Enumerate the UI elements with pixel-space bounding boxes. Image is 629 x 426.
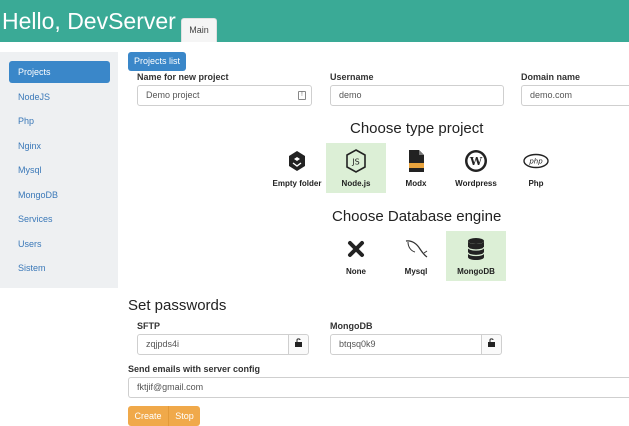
sidebar-item-projects[interactable]: Projects (9, 61, 110, 83)
php-icon: php (506, 149, 566, 173)
db-choice-mongodb[interactable]: MongoDB (446, 231, 506, 281)
mysql-dolphin-icon (386, 237, 446, 261)
database-title: Choose Database engine (332, 208, 502, 225)
database-icon (446, 237, 506, 261)
choice-label: Mysql (404, 267, 428, 276)
mongodb-password-input[interactable]: btqsq0k9 (330, 334, 482, 355)
modx-icon (386, 149, 446, 173)
db-choice-mysql[interactable]: Mysql (386, 231, 446, 281)
sidebar-item-services[interactable]: Services (9, 208, 110, 230)
sidebar-item-sistem[interactable]: Sistem (9, 257, 110, 279)
sftp-label: SFTP (137, 321, 161, 331)
choice-label: Modx (405, 179, 427, 188)
close-icon (326, 237, 386, 261)
sftp-password-value: zqjpds4i (146, 339, 180, 349)
app-title: Hello, DevServer (2, 8, 176, 34)
svg-text:JS: JS (351, 158, 359, 167)
choice-label: None (346, 267, 366, 276)
email-value: fktjif@gmail.com (137, 382, 204, 392)
unlock-icon (487, 338, 496, 349)
email-input[interactable]: fktjif@gmail.com (128, 377, 629, 398)
domain-label: Domain name (521, 72, 581, 82)
mongodb-password-label: MongoDB (330, 321, 373, 331)
choice-php[interactable]: php Php (506, 143, 566, 193)
sidebar-item-mysql[interactable]: Mysql (9, 159, 110, 181)
choice-wordpress[interactable]: W Wordpress (446, 143, 506, 193)
choice-modx[interactable]: Modx (386, 143, 446, 193)
sidebar-item-nginx[interactable]: Nginx (9, 135, 110, 157)
mongodb-unlock-button[interactable] (481, 334, 502, 355)
sidebar-item-users[interactable]: Users (9, 233, 110, 255)
sidebar: Projects NodeJS Php Nginx Mysql MongoDB … (0, 52, 118, 288)
nodejs-icon: JS (326, 149, 386, 173)
sftp-password-input[interactable]: zqjpds4i (137, 334, 289, 355)
choice-nodejs[interactable]: JS Node.js (326, 143, 386, 193)
choice-label: Wordpress (455, 179, 497, 188)
username-value: demo (339, 90, 362, 100)
sidebar-item-nodejs[interactable]: NodeJS (9, 86, 110, 108)
choice-label: Empty folder (272, 179, 322, 188)
username-label: Username (330, 72, 374, 82)
passwords-title: Set passwords (128, 297, 227, 314)
project-name-label: Name for new project (137, 72, 229, 82)
username-input[interactable]: demo (330, 85, 504, 106)
svg-text:W: W (469, 155, 483, 168)
wordpress-icon: W (446, 149, 506, 173)
empty-folder-icon (267, 149, 327, 173)
choice-label: Php (528, 179, 544, 188)
email-label: Send emails with server config (128, 364, 261, 374)
text-input-icon: ! (298, 91, 306, 100)
domain-value: demo.com (530, 90, 573, 100)
tab-main[interactable]: Main (181, 18, 217, 42)
domain-input[interactable]: demo.com (521, 85, 629, 106)
choice-label: MongoDB (457, 267, 495, 276)
svg-text:php: php (528, 158, 543, 166)
unlock-icon (294, 338, 303, 349)
project-name-value: Demo project (146, 90, 200, 100)
app-header: Hello, DevServer Main (0, 0, 629, 42)
project-type-title: Choose type project (350, 120, 484, 137)
mongodb-password-value: btqsq0k9 (339, 339, 376, 349)
stop-button[interactable]: Stop (168, 406, 200, 426)
projects-list-button[interactable]: Projects list (128, 52, 186, 71)
sftp-unlock-button[interactable] (288, 334, 309, 355)
sidebar-item-mongodb[interactable]: MongoDB (9, 184, 110, 206)
choice-label: Node.js (341, 179, 371, 188)
project-name-input[interactable]: Demo project ! (137, 85, 312, 106)
choice-empty-folder[interactable]: Empty folder (267, 143, 327, 193)
db-choice-none[interactable]: None (326, 231, 386, 281)
sidebar-item-php[interactable]: Php (9, 110, 110, 132)
create-button[interactable]: Create (128, 406, 168, 426)
